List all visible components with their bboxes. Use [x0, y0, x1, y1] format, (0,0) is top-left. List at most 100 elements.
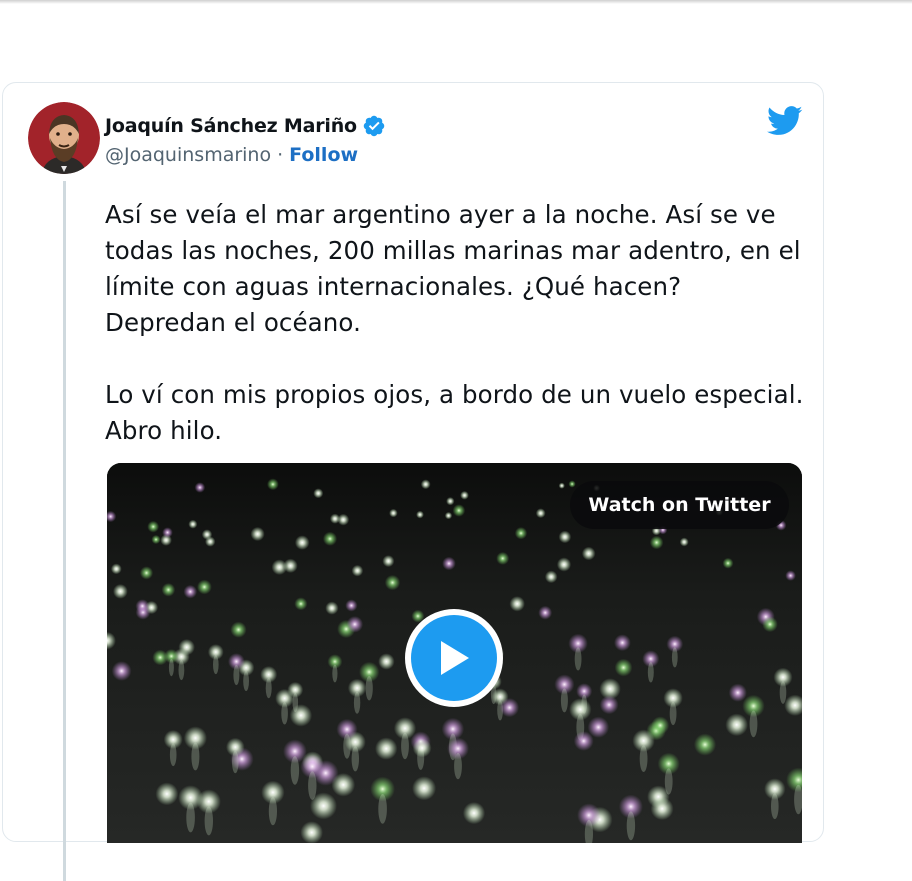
sea-light: [599, 695, 619, 715]
sea-light: [614, 658, 633, 677]
sea-light: [514, 527, 528, 540]
sea-light: [194, 482, 206, 493]
sea-light: [183, 584, 198, 599]
sea-light: [460, 490, 469, 500]
browser-top-edge: [0, 0, 912, 4]
light-reflection: [560, 688, 568, 713]
sea-light: [384, 574, 401, 591]
sea-light: [556, 557, 572, 572]
light-reflection: [169, 743, 177, 767]
author-name[interactable]: Joaquín Sánchez Mariño: [105, 115, 357, 137]
sea-light: [147, 520, 160, 533]
light-reflection: [669, 701, 677, 726]
sea-light: [728, 683, 747, 702]
light-reflection: [574, 647, 582, 671]
sea-light: [416, 510, 424, 519]
author-handle[interactable]: @Joaquinsmarino: [105, 144, 271, 166]
sea-light: [113, 584, 128, 599]
light-reflection: [268, 797, 277, 826]
light-reflection: [213, 655, 219, 675]
sea-light: [250, 526, 265, 542]
sea-light: [412, 738, 432, 758]
video-preview[interactable]: Watch on Twitter: [107, 463, 802, 843]
light-reflection: [626, 811, 636, 841]
sea-light: [462, 802, 486, 825]
light-reflection: [232, 750, 239, 774]
light-reflection: [671, 647, 678, 668]
sea-light: [345, 599, 358, 612]
sea-light: [205, 536, 216, 547]
author-row: Joaquín Sánchez Mariño: [105, 113, 386, 139]
sea-light: [544, 570, 558, 584]
sea-light: [389, 508, 398, 518]
sea-light: [300, 821, 323, 843]
sea-light: [375, 737, 398, 760]
sea-light: [558, 530, 572, 544]
light-reflection: [168, 659, 174, 677]
sea-light: [651, 716, 670, 735]
sea-light: [538, 605, 553, 620]
twitter-bird-icon[interactable]: [767, 106, 803, 136]
sea-light: [535, 508, 546, 519]
sea-light: [785, 570, 796, 581]
light-reflection: [664, 768, 673, 795]
light-reflection: [454, 752, 462, 780]
sea-light: [693, 733, 717, 756]
sea-light: [587, 716, 610, 738]
sea-light: [178, 639, 195, 656]
sea-light: [378, 653, 395, 670]
sea-light: [230, 621, 247, 638]
play-button[interactable]: [405, 609, 503, 707]
light-reflection: [191, 742, 200, 771]
sea-light: [725, 713, 748, 737]
sea-light: [446, 497, 455, 506]
sea-light: [444, 511, 453, 520]
sea-light: [496, 551, 510, 565]
sea-light: [139, 566, 154, 580]
light-reflection: [178, 660, 185, 681]
sea-light: [162, 527, 173, 538]
sea-light: [161, 583, 176, 597]
light-reflection: [243, 671, 250, 691]
light-reflection: [581, 694, 587, 714]
verified-badge-icon: [363, 115, 385, 137]
light-reflection: [332, 664, 338, 683]
light-reflection: [365, 676, 373, 701]
sea-light: [337, 513, 350, 526]
light-reflection: [292, 693, 299, 712]
light-reflection: [647, 662, 654, 683]
light-reflection: [186, 802, 195, 833]
sea-light: [331, 773, 356, 797]
sea-light: [294, 597, 308, 611]
sea-light: [558, 482, 565, 489]
sea-light: [151, 534, 161, 545]
sea-light: [420, 479, 431, 490]
light-reflection: [265, 677, 272, 699]
sea-light: [499, 698, 520, 718]
sea-light: [322, 531, 338, 546]
sea-light: [649, 535, 664, 550]
watch-on-twitter-button[interactable]: Watch on Twitter: [570, 481, 789, 529]
sea-light: [267, 478, 279, 491]
sea-light: [110, 563, 122, 575]
follow-link[interactable]: Follow: [289, 144, 358, 166]
sea-light: [351, 564, 364, 577]
light-reflection: [343, 733, 351, 759]
sea-light: [679, 537, 689, 547]
sea-light: [135, 599, 150, 613]
embedded-tweet-card: Joaquín Sánchez Mariño @Joaquinsmarino ·…: [2, 82, 824, 881]
light-reflection: [401, 732, 409, 760]
light-reflection: [639, 745, 648, 772]
sea-light: [313, 488, 324, 499]
light-reflection: [749, 710, 758, 738]
avatar[interactable]: [28, 102, 100, 174]
play-icon: [441, 641, 469, 675]
play-button-inner: [411, 615, 497, 701]
light-reflection: [281, 702, 288, 725]
sea-light: [614, 634, 631, 652]
sea-light: [442, 556, 456, 571]
light-reflection: [233, 664, 240, 686]
sea-light: [155, 782, 179, 806]
light-reflection: [308, 771, 317, 800]
sea-light: [452, 504, 466, 517]
